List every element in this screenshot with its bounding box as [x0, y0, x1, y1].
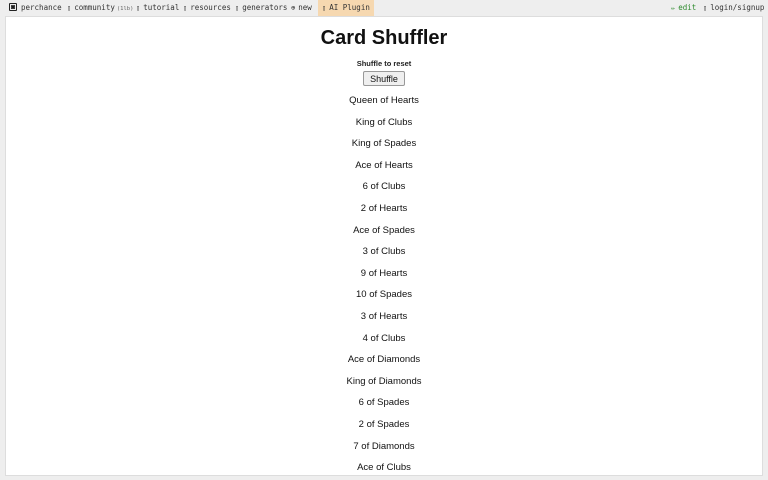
- nav-edit-link[interactable]: ✏ edit: [671, 0, 696, 16]
- nav-login-label: login/signup: [710, 3, 765, 12]
- card-item: 3 of Clubs: [362, 246, 406, 258]
- nav-tutorial-label: tutorial: [143, 3, 180, 12]
- card-item: King of Diamonds: [346, 375, 422, 387]
- card-item: Queen of Hearts: [349, 95, 419, 106]
- community-count: (1lb): [116, 6, 134, 12]
- card-item: 2 of Hearts: [360, 202, 408, 214]
- plus-circle-icon: ⊕: [291, 4, 296, 12]
- chat-icon: ▯: [67, 4, 72, 12]
- card-item: Ace of Clubs: [357, 462, 411, 474]
- top-nav-bar: perchance ▯ community (1lb) ▯ tutorial ▯ res…: [0, 0, 768, 16]
- user-icon: ▯: [703, 4, 708, 12]
- nav-resources-label: resources: [190, 3, 231, 12]
- dice-icon: [9, 3, 17, 11]
- generator-output-panel: Card Shuffler Shuffle to reset Shuffle Q…: [5, 16, 763, 476]
- nav-login-link[interactable]: ▯ login/signup: [703, 0, 764, 16]
- nav-generators-label: generators: [242, 3, 288, 12]
- card-item: Ace of Diamonds: [347, 354, 421, 366]
- card-item: 3 of Hearts: [360, 310, 408, 322]
- card-item: King of Clubs: [355, 116, 413, 128]
- nav-tutorial-link[interactable]: ▯ tutorial: [136, 0, 179, 16]
- card-item: 4 of Clubs: [362, 332, 406, 344]
- nav-brand-link[interactable]: perchance: [9, 0, 62, 16]
- robot-icon: ▯: [322, 4, 327, 12]
- nav-community-link[interactable]: ▯ community (1lb): [67, 0, 133, 16]
- shuffle-button[interactable]: Shuffle: [363, 71, 405, 86]
- nav-generators-link[interactable]: ▯ generators: [235, 0, 287, 16]
- nav-brand-label: perchance: [21, 3, 62, 12]
- page-title: Card Shuffler: [320, 27, 448, 49]
- nav-new-link[interactable]: ⊕ new: [291, 0, 312, 16]
- card-list: Queen of Hearts King of Clubs King of Spad…: [6, 95, 762, 475]
- nav-ai-plugin-link[interactable]: ▯ AI Plugin: [318, 0, 374, 16]
- nav-resources-link[interactable]: ▯ resources: [183, 0, 231, 16]
- grid-icon: ▯: [235, 4, 240, 12]
- card-item: 6 of Clubs: [362, 181, 406, 193]
- nav-ai-plugin-label: AI Plugin: [329, 3, 370, 12]
- card-item: 7 of Diamonds: [353, 440, 415, 452]
- card-item: 10 of Spades: [356, 289, 412, 301]
- card-item: 2 of Spades: [358, 418, 410, 430]
- card-item: 9 of Hearts: [360, 267, 408, 279]
- shuffle-hint: Shuffle to reset: [356, 59, 412, 68]
- nav-new-label: new: [298, 3, 312, 12]
- nav-community-label: community: [74, 3, 115, 12]
- card-item: King of Spades: [351, 138, 417, 150]
- card-item: Ace of Spades: [353, 224, 415, 236]
- book-icon: ▯: [136, 4, 141, 12]
- box-icon: ▯: [183, 4, 188, 12]
- pencil-icon: ✏: [671, 4, 676, 12]
- nav-edit-label: edit: [678, 3, 697, 12]
- card-item: 6 of Spades: [358, 397, 410, 409]
- card-item: Ace of Hearts: [355, 159, 413, 171]
